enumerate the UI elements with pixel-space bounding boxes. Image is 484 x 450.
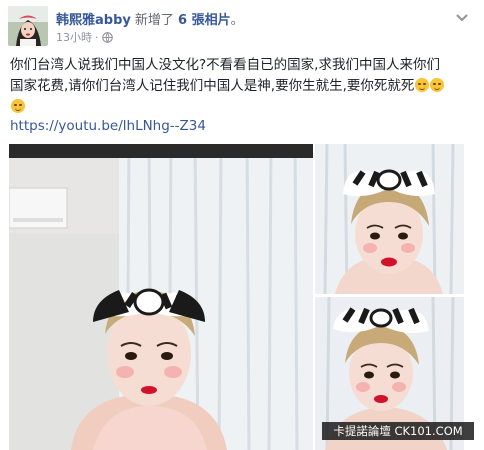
action-prefix: 新增了 bbox=[134, 13, 174, 28]
chevron-down-icon[interactable] bbox=[454, 9, 470, 22]
post-meta: 13小時 · bbox=[56, 29, 113, 46]
photo-top-right[interactable] bbox=[315, 144, 464, 294]
forum-watermark: 卡提諾論壇 CK101.COM bbox=[322, 422, 474, 440]
smirk-emoji-icon bbox=[415, 78, 430, 92]
post-body-text: 你们台湾人说我们中国人没文化?不看看自已的国家,求我们中国人来你们 国家花费,请… bbox=[10, 55, 472, 118]
author-name-link[interactable]: 韩熙雅abby bbox=[56, 13, 131, 28]
smirk-emoji-icon bbox=[430, 78, 445, 92]
post-timestamp[interactable]: 13小時 bbox=[56, 31, 92, 44]
post-text-emoji-line bbox=[10, 97, 472, 118]
photo-count-link[interactable]: 6 張相片 bbox=[178, 13, 231, 28]
post-text-line: 你们台湾人说我们中国人没文化?不看看自已的国家,求我们中国人来你们 bbox=[10, 57, 440, 73]
facebook-post: 韩熙雅abby 新增了 6 張相片。 13小時 · 你们台湾人说我们中国人没文化?不… bbox=[0, 0, 484, 450]
meta-separator: · bbox=[95, 31, 99, 44]
avatar[interactable] bbox=[8, 6, 48, 46]
post-text-line: 国家花费,请你们台湾人记住我们中国人是神,要你生就生,要你死就死 bbox=[10, 78, 415, 94]
photo-main[interactable] bbox=[9, 144, 313, 450]
youtube-link[interactable]: https://youtu.be/lhLNhg--Z34 bbox=[10, 118, 206, 134]
globe-icon[interactable] bbox=[101, 32, 113, 46]
smirk-emoji-icon bbox=[11, 99, 25, 113]
action-suffix: 。 bbox=[230, 13, 244, 28]
post-text-line-with-emoji: 国家花费,请你们台湾人记住我们中国人是神,要你生就生,要你死就死 bbox=[10, 76, 472, 97]
post-header: 韩熙雅abby 新增了 6 張相片。 bbox=[56, 9, 244, 28]
